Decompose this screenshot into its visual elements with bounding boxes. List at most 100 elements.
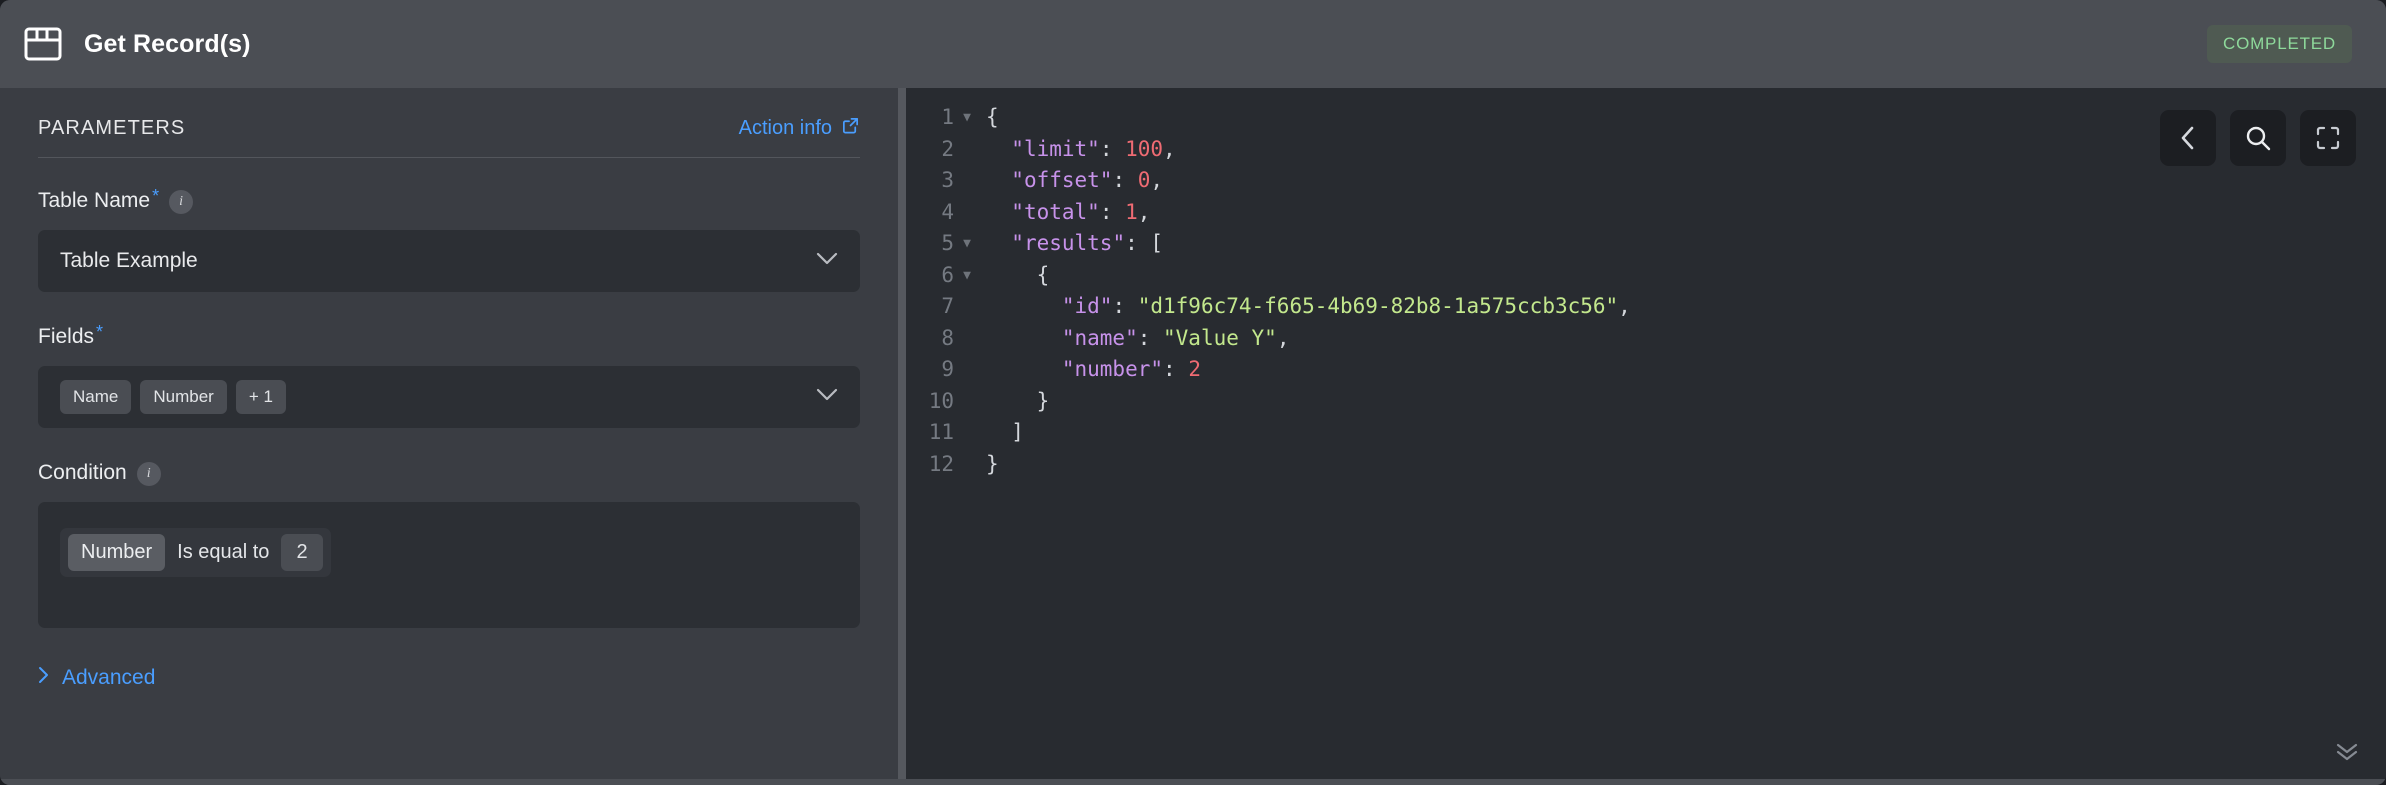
page-title: Get Record(s) [84, 29, 251, 58]
fields-select[interactable]: Name Number + 1 [38, 366, 860, 428]
code-text: ] [980, 417, 1024, 449]
code-token-key: "name" [1061, 325, 1138, 350]
fold-toggle-icon[interactable]: ▼ [954, 102, 980, 134]
info-icon[interactable]: i [136, 462, 161, 486]
field-chip[interactable]: Name [60, 380, 132, 414]
back-button[interactable] [2160, 110, 2216, 166]
code-text: "offset": 0, [980, 165, 1163, 197]
info-icon[interactable]: i [169, 190, 194, 214]
code-token-key: "number" [1061, 357, 1164, 381]
code-token-pun: } [1036, 388, 1050, 413]
status-badge: COMPLETED [2207, 25, 2352, 63]
table-window-icon [22, 23, 64, 65]
response-code-panel: 1 ▼{2 "limit": 100, 3 "offset": 0, 4 "total… [906, 88, 2386, 785]
code-text: "id": "d1f96c74-f665-4b69-82b8-1a575ccb3… [980, 291, 1631, 323]
code-line: 5 ▼ "results": [ [906, 228, 2386, 260]
action-detail-window: Get Record(s) COMPLETED PARAMETERS Actio… [0, 0, 2386, 785]
line-number: 9 [941, 357, 954, 381]
line-number: 12 [928, 451, 954, 476]
code-token-pun: : [1099, 199, 1126, 224]
code-token-num: 1 [1125, 199, 1138, 224]
line-number: 5 [941, 231, 954, 255]
condition-operator[interactable]: Is equal to [165, 541, 281, 564]
parameters-header: PARAMETERS Action info [38, 116, 860, 157]
code-token-pun: , [1163, 136, 1176, 161]
code-token-pun: , [1276, 325, 1290, 350]
condition-box: Number Is equal to 2 [38, 502, 860, 628]
code-text: "limit": 100, [980, 134, 1176, 166]
table-name-label: Table Name [38, 189, 151, 212]
chevron-down-icon [816, 388, 838, 406]
code-token-num: 100 [1125, 136, 1164, 161]
code-token-pun: } [986, 451, 999, 476]
code-token-pun: : [1112, 294, 1138, 318]
line-number: 4 [941, 199, 954, 224]
search-button[interactable] [2230, 110, 2286, 166]
line-number: 11 [928, 420, 954, 444]
line-number: 3 [941, 168, 954, 192]
table-name-label-row: Table Name * i [38, 186, 860, 214]
code-text: { [980, 260, 1050, 292]
table-name-select[interactable]: Table Example [38, 230, 860, 292]
external-link-icon [841, 116, 860, 141]
code-token-pun: : [1112, 168, 1138, 192]
code-token-pun: ] [1011, 420, 1024, 444]
condition-field-chip[interactable]: Number [68, 534, 166, 571]
condition-label-row: Condition i [38, 460, 860, 486]
window-header: Get Record(s) COMPLETED [0, 0, 2386, 88]
code-line: 11 ] [906, 417, 2386, 449]
code-token-pun: : [1163, 357, 1189, 381]
code-toolbar [2160, 110, 2356, 166]
table-name-value: Table Example [60, 249, 198, 272]
code-token-pun: { [1036, 262, 1050, 287]
required-marker: * [152, 186, 160, 206]
code-token-key: "total" [1011, 199, 1100, 224]
code-token-key: "offset" [1011, 168, 1113, 192]
line-number: 2 [941, 136, 954, 161]
line-number: 10 [928, 388, 954, 413]
parameters-panel: PARAMETERS Action info Table Name * i Ta… [0, 88, 898, 785]
code-line: 9 "number": 2 [906, 354, 2386, 386]
code-token-pun: : [1137, 325, 1164, 350]
advanced-toggle[interactable]: Advanced [38, 666, 860, 690]
advanced-label: Advanced [62, 666, 156, 689]
code-line: 7 "id": "d1f96c74-f665-4b69-82b8-1a575cc… [906, 291, 2386, 323]
condition-value-chip[interactable]: 2 [281, 534, 323, 571]
line-number: 8 [941, 325, 954, 350]
code-line: 3 "offset": 0, [906, 165, 2386, 197]
code-token-pun: , [1150, 168, 1164, 192]
code-line: 4 "total": 1, [906, 197, 2386, 229]
code-token-key: "results" [1011, 231, 1126, 255]
parameters-section-title: PARAMETERS [38, 117, 186, 139]
code-token-key: "limit" [1011, 136, 1100, 161]
chevron-down-icon [816, 252, 838, 270]
action-info-label: Action info [738, 117, 832, 139]
code-token-num: 2 [1188, 357, 1201, 381]
panel-resize-divider[interactable] [898, 88, 906, 785]
field-chip-overflow[interactable]: + 1 [235, 380, 286, 414]
code-token-pun: { [986, 105, 999, 129]
code-line: 10 } [906, 386, 2386, 418]
fold-toggle-icon[interactable]: ▼ [954, 228, 980, 260]
required-marker: * [96, 322, 104, 342]
line-number: 7 [941, 294, 954, 318]
code-token-pun: , [1618, 294, 1631, 318]
condition-row[interactable]: Number Is equal to 2 [60, 528, 331, 577]
code-token-pun: : [ [1125, 231, 1164, 255]
double-chevron-down-icon[interactable] [2334, 738, 2360, 769]
code-token-key: "id" [1061, 294, 1113, 318]
code-text: "results": [ [980, 228, 1163, 260]
code-text: "name": "Value Y", [980, 323, 1290, 355]
fullscreen-button[interactable] [2300, 110, 2356, 166]
code-token-num: 0 [1137, 168, 1151, 192]
field-chip[interactable]: Number [140, 380, 227, 414]
action-info-link[interactable]: Action info [739, 116, 860, 141]
fields-label-row: Fields * [38, 322, 860, 350]
line-number: 6 [941, 262, 954, 287]
window-bottom-edge [0, 779, 2386, 785]
code-token-str: "d1f96c74-f665-4b69-82b8-1a575ccb3c56" [1137, 294, 1619, 318]
fields-chip-list: Name Number + 1 [60, 380, 804, 414]
fold-toggle-icon[interactable]: ▼ [954, 260, 980, 292]
chevron-right-icon [38, 666, 49, 690]
code-text: { [980, 102, 999, 134]
